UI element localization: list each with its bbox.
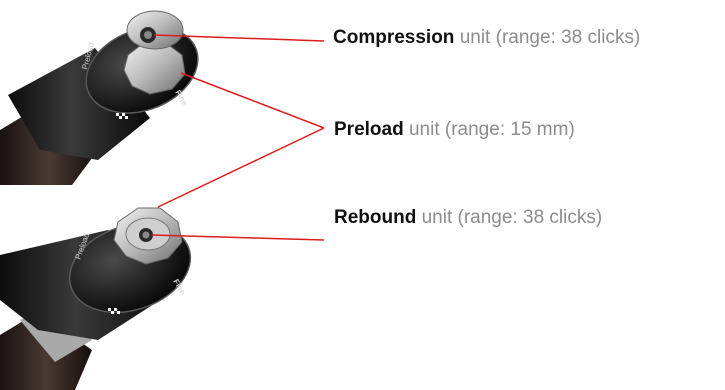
upper-screw-head: [144, 31, 152, 39]
rebound-desc: unit (range: 38 clicks): [421, 207, 603, 228]
rebound-name: Rebound: [334, 207, 417, 228]
compression-name: Compression: [333, 27, 455, 48]
preload-desc: unit (range: 15 mm): [408, 119, 575, 140]
upper-knob-marking: Fine: [173, 89, 189, 108]
preload-label: Preload unit (range: 15 mm): [334, 119, 575, 141]
lower-screw-head: [142, 231, 150, 239]
upper-compression-knob: [126, 10, 184, 50]
rebound-label: Rebound unit (range: 38 clicks): [334, 207, 602, 229]
compression-label: Compression unit (range: 38 clicks): [333, 27, 640, 49]
compression-desc: unit (range: 38 clicks): [459, 27, 641, 48]
fork-adjuster-diagram: Fine Preload Fine Preload: [0, 10, 325, 390]
preload-leader-line-upper: [180, 72, 325, 129]
preload-leader-line-lower: [157, 127, 325, 208]
preload-name: Preload: [334, 119, 404, 140]
upper-fork-assembly: Fine Preload: [0, 10, 199, 185]
